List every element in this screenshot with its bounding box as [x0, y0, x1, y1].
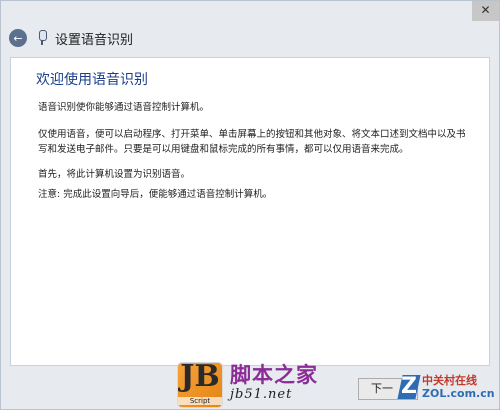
window-title: 设置语音识别 [55, 32, 134, 48]
wizard-header: ← 设置语音识别 [1, 21, 499, 55]
jb51-logo: JB Script [178, 359, 222, 407]
first-step-paragraph: 首先，将此计算机设置为识别语音。 [38, 169, 191, 180]
description-paragraph: 仅使用语音，便可以启动程序、打开菜单、单击屏幕上的按钮和其他对象、将文本口述到文… [38, 129, 466, 155]
watermark-site-name: 脚本之家 [230, 363, 318, 387]
watermark-site-url: jb51.net [230, 387, 293, 402]
back-button[interactable]: ← [9, 29, 27, 47]
page-heading: 欢迎使用语音识别 [36, 72, 148, 88]
zol-logo-icon: Z [398, 373, 418, 401]
wizard-content: 欢迎使用语音识别 语音识别使你能够通过语音控制计算机。 仅使用语音，便可以启动程… [10, 57, 490, 366]
intro-paragraph: 语音识别使你能够通过语音控制计算机。 [38, 102, 210, 113]
microphone-icon [37, 30, 47, 46]
close-button[interactable]: ✕ [472, 1, 499, 21]
zol-name-en: ZOL.com.cn [422, 387, 495, 400]
zol-watermark: Z 中关村在线 ZOL.com.cn [398, 367, 498, 407]
jb51-watermark: JB Script 脚本之家 jb51.net [178, 359, 318, 407]
note-paragraph: 注意: 完成此设置向导后，便能够通过语音控制计算机。 [38, 189, 273, 200]
zol-name-cn: 中关村在线 [422, 374, 477, 387]
back-arrow-icon: ← [13, 31, 23, 45]
wizard-window: ✕ ← 设置语音识别 欢迎使用语音识别 语音识别使你能够通过语音控制计算机。 仅… [0, 0, 500, 410]
